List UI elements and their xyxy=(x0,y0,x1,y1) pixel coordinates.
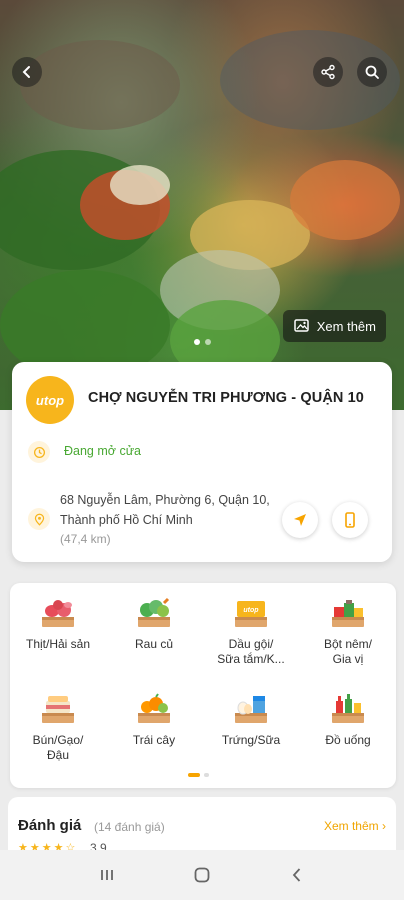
category-rice-noodle[interactable]: Bún/Gạo/Đậu xyxy=(10,691,106,763)
directions-button[interactable] xyxy=(282,502,318,538)
share-button[interactable] xyxy=(313,57,343,87)
home-icon[interactable] xyxy=(192,865,212,885)
more-photos-button[interactable]: Xem thêm xyxy=(282,310,386,342)
share-icon xyxy=(321,64,335,80)
svg-text:utop: utop xyxy=(243,607,259,614)
vegetables-icon xyxy=(134,595,174,631)
open-status: Đang mở cửa xyxy=(64,444,142,458)
egg-milk-icon xyxy=(231,691,271,727)
fruit-icon xyxy=(134,691,174,727)
category-label: Trái cây xyxy=(132,733,176,747)
reviews-see-more-link[interactable]: Xem thêm › xyxy=(324,819,386,833)
category-fruit[interactable]: Trái cây xyxy=(106,691,202,748)
drinks-icon xyxy=(328,691,368,727)
category-label: Rau củ xyxy=(134,637,174,651)
search-button[interactable] xyxy=(357,57,387,87)
category-pager xyxy=(188,773,209,777)
seasoning-icon xyxy=(328,595,368,631)
category-label: Bún/Gạo/Đậu xyxy=(32,733,84,762)
navigation-arrow-icon xyxy=(294,514,306,526)
photo-pager xyxy=(0,339,404,345)
store-info-card: utop CHỢ NGUYỄN TRI PHƯƠNG - QUẬN 10 Đan… xyxy=(12,362,392,562)
clock-icon xyxy=(28,441,50,463)
chevron-left-icon xyxy=(22,66,30,78)
recent-apps-icon[interactable] xyxy=(97,865,117,885)
search-icon xyxy=(365,65,379,79)
store-logo: utop xyxy=(26,376,74,424)
category-label: Dầu gội/Sữa tắm/K... xyxy=(217,637,285,666)
category-egg-milk[interactable]: Trứng/Sữa xyxy=(203,691,299,748)
store-name: CHỢ NGUYỄN TRI PHƯƠNG - QUẬN 10 xyxy=(88,390,364,406)
category-label: Đồ uống xyxy=(325,733,371,747)
reviews-title: Đánh giá xyxy=(18,817,82,834)
back-button[interactable] xyxy=(12,57,42,87)
back-icon[interactable] xyxy=(287,865,307,885)
category-shampoo[interactable]: utop Dầu gội/Sữa tắm/K... xyxy=(203,595,299,667)
pager-dot xyxy=(193,339,200,345)
pager-dot xyxy=(204,773,209,777)
rice-noodle-icon xyxy=(38,691,78,727)
location-pin-icon xyxy=(28,508,50,530)
category-meat-seafood[interactable]: Thịt/Hải sản xyxy=(10,595,106,652)
category-label: Thịt/Hải sản xyxy=(25,637,91,651)
store-address: 68 Nguyễn Lâm, Phường 6, Quận 10, Thành … xyxy=(60,493,270,527)
category-seasoning[interactable]: Bột nêm/Gia vị xyxy=(300,595,396,667)
category-label: Bột nêm/Gia vị xyxy=(323,637,373,666)
category-drinks[interactable]: Đồ uống xyxy=(300,691,396,748)
shampoo-icon: utop xyxy=(231,595,271,631)
category-label: Trứng/Sữa xyxy=(221,733,281,747)
call-button[interactable] xyxy=(332,502,368,538)
system-navigation-bar xyxy=(0,850,404,900)
store-distance: (47,4 km) xyxy=(60,532,111,546)
phone-icon xyxy=(345,512,355,528)
more-photos-label: Xem thêm xyxy=(316,318,376,334)
pager-dot xyxy=(188,773,200,777)
category-vegetables[interactable]: Rau củ xyxy=(106,595,202,652)
photo-gallery-icon xyxy=(294,319,309,332)
category-grid: Thịt/Hải sản Rau củ utop Dầu gội/Sữa tắm… xyxy=(10,583,396,788)
meat-seafood-icon xyxy=(38,595,78,631)
reviews-count: (14 đánh giá) xyxy=(94,820,165,834)
store-photo-gallery[interactable]: Xem thêm xyxy=(0,0,404,410)
pager-dot xyxy=(204,339,211,345)
